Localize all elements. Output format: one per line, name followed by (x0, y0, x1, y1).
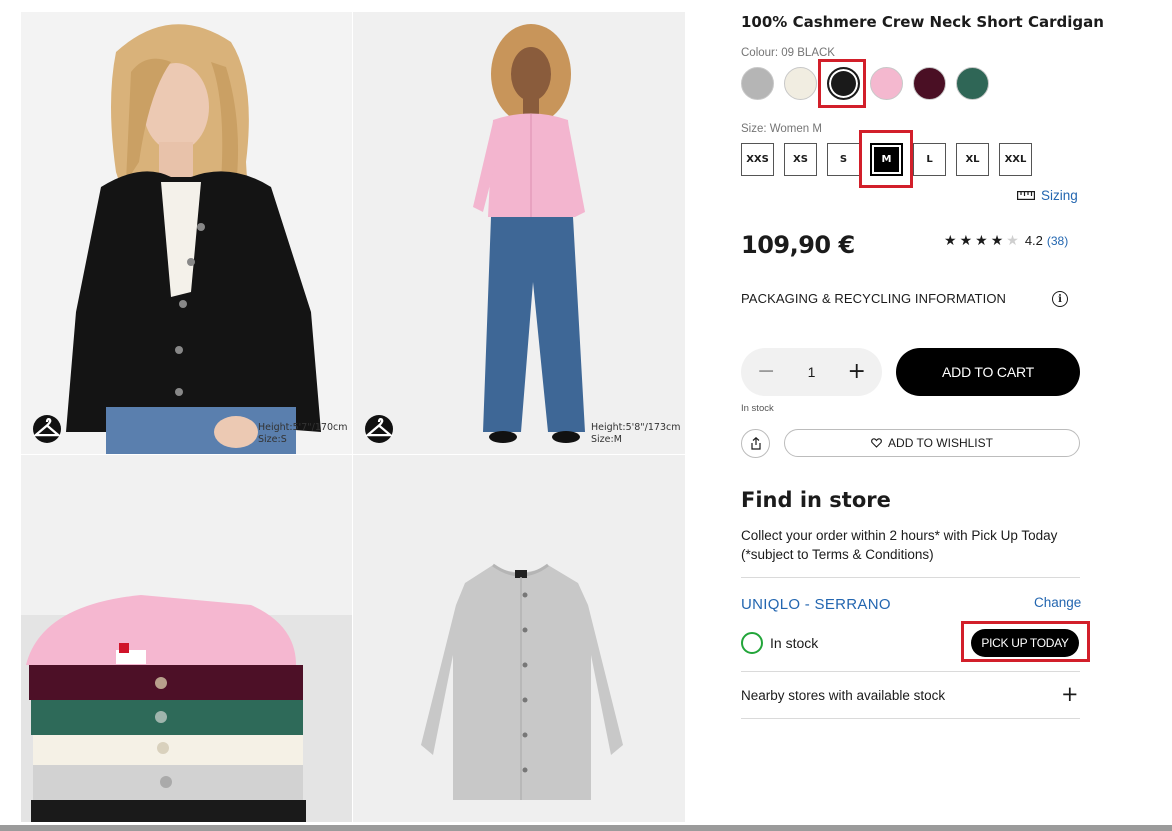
size-option-l[interactable]: L (913, 143, 946, 176)
model-height: Height:5'8"/173cm (591, 422, 681, 433)
divider (741, 671, 1080, 672)
gray-flatlay-photo (353, 455, 685, 822)
size-option-xl[interactable]: XL (956, 143, 989, 176)
star-icon: ★ (1006, 232, 1019, 248)
store-stock-status: In stock (770, 635, 819, 651)
model-info-2: Height:5'8"/173cm Size:M (591, 422, 681, 446)
quantity-value: 1 (807, 364, 816, 380)
rating: ★ ★ ★ ★ ★ 4.2 (38) (944, 232, 1068, 249)
hanger-icon (365, 418, 393, 437)
find-in-store-title: Find in store (741, 488, 891, 512)
try-on-button-2[interactable] (365, 415, 393, 443)
colour-swatch-wine[interactable] (913, 67, 946, 100)
product-image-gallery: Height:5'7"/170cm Size:S Height:5'8"/173… (21, 12, 685, 822)
share-button[interactable] (741, 429, 770, 458)
divider (741, 718, 1080, 719)
add-to-cart-button[interactable]: ADD TO CART (896, 348, 1080, 396)
size-option-m[interactable]: M (870, 143, 903, 176)
hanger-icon (33, 418, 61, 437)
colour-swatch-green[interactable] (956, 67, 989, 100)
change-store-link[interactable]: Change (1034, 595, 1081, 610)
size-option-xxs[interactable]: XXS (741, 143, 774, 176)
model-height: Height:5'7"/170cm (258, 422, 348, 433)
star-icon: ★ (975, 232, 988, 248)
pick-up-today-button[interactable]: PICK UP TODAY (971, 629, 1079, 657)
info-icon[interactable]: i (1052, 291, 1068, 307)
divider (741, 577, 1080, 578)
share-icon (750, 437, 761, 450)
try-on-button-1[interactable] (33, 415, 61, 443)
add-to-wishlist-button[interactable]: ADD TO WISHLIST (784, 429, 1080, 457)
colour-swatch-black[interactable] (827, 67, 860, 100)
colour-label: Colour: 09 BLACK (741, 47, 835, 59)
rating-value: 4.2 (1024, 233, 1043, 248)
ruler-icon (1017, 191, 1035, 200)
folded-stack-photo (21, 455, 352, 822)
colour-swatch-gray[interactable] (741, 67, 774, 100)
model-info-1: Height:5'7"/170cm Size:S (258, 422, 348, 446)
star-icon: ★ (944, 232, 957, 248)
colour-swatch-off-white[interactable] (784, 67, 817, 100)
pink-cardigan-photo (353, 12, 685, 454)
product-image-pink-cardigan[interactable]: Height:5'8"/173cm Size:M (353, 12, 685, 454)
sizing-link[interactable]: Sizing (1017, 188, 1078, 203)
product-image-black-cardigan[interactable]: Height:5'7"/170cm Size:S (21, 12, 352, 454)
star-icon: ★ (990, 232, 1004, 248)
size-option-xxl[interactable]: XXL (999, 143, 1032, 176)
sizing-link-label: Sizing (1041, 188, 1078, 203)
plus-icon[interactable]: + (1061, 682, 1079, 706)
colour-swatch-pink[interactable] (870, 67, 903, 100)
product-image-folded-stack[interactable] (21, 455, 352, 822)
wishlist-label: ADD TO WISHLIST (888, 436, 993, 450)
size-label: Size: Women M (741, 123, 822, 135)
size-option-s[interactable]: S (827, 143, 860, 176)
heart-icon (871, 438, 882, 448)
store-name-link[interactable]: UNIQLO - SERRANO (741, 596, 891, 613)
price: 109,90 € (741, 231, 855, 259)
size-option-xs[interactable]: XS (784, 143, 817, 176)
nearby-stores-toggle[interactable]: Nearby stores with available stock (741, 688, 945, 703)
increase-quantity-button[interactable]: + (848, 361, 866, 383)
black-cardigan-photo (21, 12, 352, 454)
review-count-link[interactable]: (38) (1047, 234, 1068, 248)
rating-stars: ★ ★ ★ ★ ★ (944, 232, 1022, 249)
product-title: 100% Cashmere Crew Neck Short Cardigan (741, 13, 1104, 31)
collect-info-text: Collect your order within 2 hours* with … (741, 528, 1058, 562)
horizontal-scrollbar[interactable] (0, 825, 1172, 831)
product-image-gray-flatlay[interactable] (353, 455, 685, 822)
decrease-quantity-button[interactable]: − (757, 361, 775, 383)
quantity-stepper: − 1 + (741, 348, 882, 396)
model-size: Size:S (258, 434, 287, 445)
model-size: Size:M (591, 434, 622, 445)
stock-note: In stock (741, 403, 774, 414)
packaging-info-label: PACKAGING & RECYCLING INFORMATION (741, 291, 1007, 306)
star-icon: ★ (959, 232, 973, 248)
in-stock-status-icon (741, 632, 763, 654)
